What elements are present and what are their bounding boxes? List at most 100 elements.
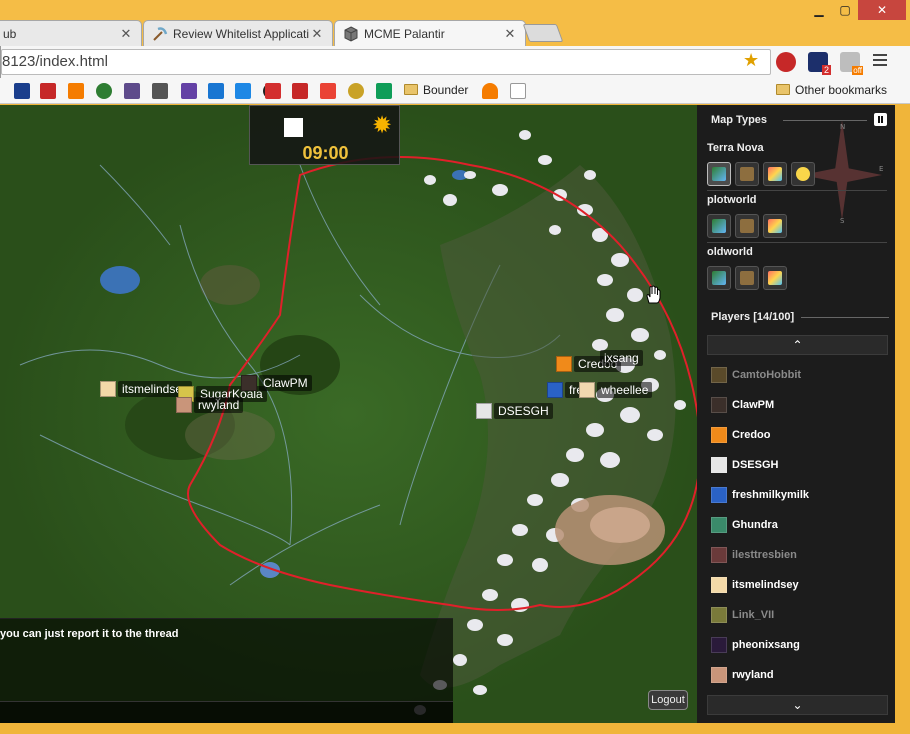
player-list-scroll-down[interactable]: ⌄ (707, 695, 888, 715)
star-icon[interactable]: ★ (743, 50, 759, 71)
close-icon[interactable]: ✕ (310, 26, 324, 42)
player-head-icon (711, 457, 727, 473)
player-head-icon (476, 403, 492, 419)
folder-icon (776, 84, 790, 95)
player-marker-rwyland[interactable]: rwyland (176, 396, 244, 414)
player-marker-dsesgh[interactable]: DSESGH (476, 402, 553, 420)
bookmark-folder-bounder[interactable]: Bounder (404, 83, 468, 97)
tab-1[interactable]: ub ✕ (0, 20, 142, 46)
player-head-icon (556, 356, 572, 372)
maximize-button[interactable]: ▢ (832, 0, 858, 20)
adblock-icon[interactable] (776, 52, 796, 72)
bookmark-folder-other[interactable]: Other bookmarks (776, 83, 887, 97)
extension-badge: 2 (821, 65, 831, 75)
player-head-icon (547, 382, 563, 398)
flat-icon (712, 219, 726, 233)
player-list-item[interactable]: rwyland (711, 660, 887, 690)
day-night-clock: ✹ 09:00 (249, 105, 400, 165)
bookmark-icon[interactable] (292, 83, 308, 99)
svg-text:N: N (840, 123, 845, 131)
player-list-item[interactable]: itsmelindsey (711, 570, 887, 600)
surface-icon (740, 167, 754, 181)
tab-3[interactable]: MCME Palantir ✕ (334, 20, 526, 46)
player-list-item[interactable]: freshmilkymilk (711, 480, 887, 510)
map-type-flat-oldworld[interactable] (707, 266, 731, 290)
player-name: ClawPM (732, 399, 775, 411)
bookmark-icon[interactable] (124, 83, 140, 99)
player-head-icon (711, 547, 727, 563)
robot-icon[interactable]: off (840, 52, 863, 75)
player-name: Credoo (732, 429, 771, 441)
player-head-icon (711, 667, 727, 683)
map-type-surface-terra-nova[interactable] (735, 162, 759, 186)
world-title-oldworld: oldworld (707, 246, 753, 258)
player-marker-wheellee[interactable]: wheellee (579, 381, 653, 399)
twitch-icon[interactable] (181, 83, 197, 99)
map-type-cave-terra-nova[interactable] (763, 162, 787, 186)
player-list-item[interactable]: ilesttresbien (711, 540, 887, 570)
player-list-item[interactable]: Ghundra (711, 510, 887, 540)
map-type-surface-plotworld[interactable] (735, 214, 759, 238)
sheets-icon[interactable] (376, 83, 392, 99)
divider (801, 317, 889, 318)
page-icon[interactable] (510, 83, 526, 99)
player-head-icon (241, 375, 257, 391)
divider (783, 120, 867, 121)
cube-icon (344, 25, 358, 42)
map-type-sun-terra-nova[interactable] (791, 162, 815, 186)
bookmark-folder-label: Bounder (423, 83, 469, 97)
pause-icon[interactable] (874, 113, 887, 126)
player-list-item[interactable]: Credoo (711, 420, 887, 450)
bookmark-icon[interactable] (235, 83, 251, 99)
bookmark-icon[interactable] (96, 83, 112, 99)
league-icon[interactable]: 2 (808, 52, 831, 75)
player-head-icon (711, 637, 727, 653)
menu-icon[interactable] (873, 54, 887, 68)
player-list-scroll-up[interactable]: ⌃ (707, 335, 888, 355)
address-text: 8123/index.html (2, 53, 108, 70)
close-window-button[interactable]: ✕ (858, 0, 906, 20)
address-bar[interactable]: 8123/index.html (1, 49, 771, 75)
close-icon[interactable]: ✕ (503, 26, 517, 42)
gmail-icon[interactable] (320, 83, 336, 99)
map-type-cave-oldworld[interactable] (763, 266, 787, 290)
tab-title: Review Whitelist Applicati (173, 26, 310, 41)
bookmark-icon[interactable] (265, 83, 281, 99)
player-name: Link_VII (732, 609, 775, 621)
logout-button[interactable]: Logout (648, 690, 688, 710)
minimize-button[interactable]: ▁ (806, 0, 832, 20)
player-list-item[interactable]: pheonixsang (711, 630, 887, 660)
player-list-item[interactable]: Link_VII (711, 600, 887, 630)
player-list-item[interactable]: ClawPM (711, 390, 887, 420)
sun-icon (796, 167, 810, 181)
bookmark-icon[interactable] (40, 83, 56, 99)
close-icon[interactable]: ✕ (119, 26, 133, 42)
map-type-cave-plotworld[interactable] (763, 214, 787, 238)
player-head-icon (100, 381, 116, 397)
player-name: CamtoHobbit (732, 369, 802, 381)
soundcloud-icon[interactable] (68, 83, 84, 99)
player-marker-clawpm[interactable]: ClawPM (241, 374, 312, 392)
map-sidebar: N S E Map Types Terra Nova plotworld old… (697, 105, 895, 723)
bookmark-icon[interactable] (152, 83, 168, 99)
pickaxe-icon (153, 26, 168, 41)
players-title: Players [14/100] (711, 311, 795, 323)
chat-input[interactable] (0, 701, 453, 723)
extension-off-badge: off (852, 66, 863, 75)
player-head-icon (711, 487, 727, 503)
bookmark-icon[interactable] (14, 83, 30, 99)
player-list-item[interactable]: CamtoHobbit (711, 360, 887, 390)
map-type-flat-terra-nova[interactable] (707, 162, 731, 186)
surface-icon (740, 271, 754, 285)
player-marker-pheonixsang[interactable]: ixsang (600, 349, 643, 367)
player-list-item[interactable]: DSESGH (711, 450, 887, 480)
player-name: pheonixsang (732, 639, 800, 651)
cloud-icon[interactable] (482, 83, 498, 99)
map-type-flat-plotworld[interactable] (707, 214, 731, 238)
bookmark-icon[interactable] (208, 83, 224, 99)
map-type-surface-oldworld[interactable] (735, 266, 759, 290)
player-head-icon (711, 607, 727, 623)
new-tab-button[interactable] (522, 24, 564, 42)
tab-2[interactable]: Review Whitelist Applicati ✕ (143, 20, 333, 46)
bookmark-icon[interactable] (348, 83, 364, 99)
